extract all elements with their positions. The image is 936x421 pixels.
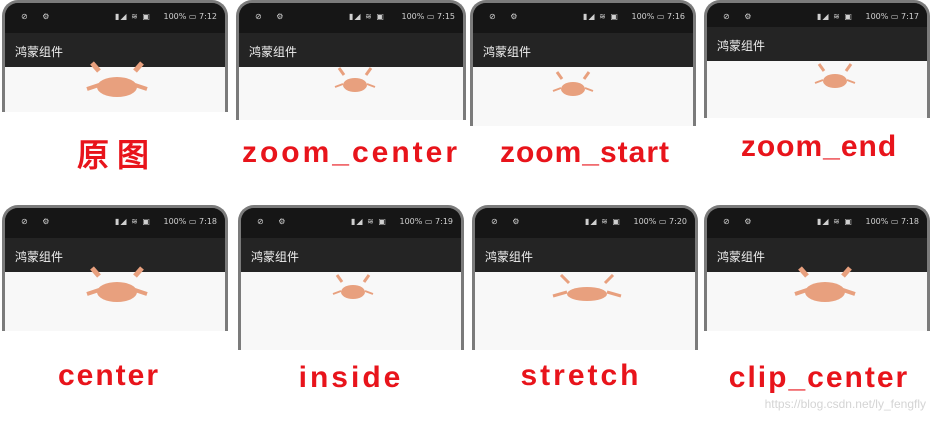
phone-screen: ⊘ ⚙ ▮◢ ≋ ▣ 100% ▭ 7:18 鸿蒙组件 [2, 205, 228, 331]
crab-image [552, 274, 622, 301]
clock-time: 7:15 [437, 12, 455, 21]
status-bar: ⊘ ⚙ ▮◢ ≋ ▣ 100% ▭ 7:19 [241, 208, 461, 238]
clock-time: 7:18 [199, 217, 217, 226]
crab-image [334, 67, 376, 92]
battery-level: 100% [631, 12, 655, 21]
caption: center [57, 359, 161, 392]
battery-level: 100% [399, 217, 423, 226]
battery-level: 100% [163, 12, 187, 21]
panel-original: ⊘ ⚙ ▮◢ ≋ ▣ 100% ▭ 7:12 鸿蒙组件 原图 [0, 0, 234, 210]
signal-icons: ▮◢ ≋ ▣ [585, 217, 621, 226]
crab-image [552, 71, 594, 96]
image-area [5, 61, 225, 112]
app-bar: 鸿蒙组件 [239, 33, 463, 67]
battery-level: 100% [401, 12, 425, 21]
status-icons-left: ⊘ ⚙ [723, 217, 758, 226]
panel-inside: ⊘ ⚙ ▮◢ ≋ ▣ 100% ▭ 7:19 鸿蒙组件 inside [234, 205, 468, 415]
battery-level: 100% [865, 12, 889, 21]
phone-screen: ⊘ ⚙ ▮◢ ≋ ▣ 100% ▭ 7:12 鸿蒙组件 [2, 0, 228, 112]
crab-image [86, 61, 148, 97]
status-bar: ⊘ ⚙ ▮◢ ≋ ▣ 100% ▭ 7:18 [5, 208, 225, 238]
signal-icons: ▮◢ ≋ ▣ [351, 217, 387, 226]
watermark: https://blog.csdn.net/ly_fengfly [764, 397, 926, 411]
signal-icons: ▮◢ ≋ ▣ [115, 12, 151, 21]
battery-level: 100% [865, 217, 889, 226]
signal-icons: ▮◢ ≋ ▣ [583, 12, 619, 21]
image-area [475, 272, 695, 350]
caption: zoom_start [499, 136, 671, 169]
panel-center: ⊘ ⚙ ▮◢ ≋ ▣ 100% ▭ 7:18 鸿蒙组件 center [0, 205, 234, 415]
status-icons-left: ⊘ ⚙ [255, 12, 290, 21]
phone-screen: ⊘ ⚙ ▮◢ ≋ ▣ 100% ▭ 7:18 鸿蒙组件 [704, 205, 930, 331]
status-bar: ⊘ ⚙ ▮◢ ≋ ▣ 100% ▭ 7:15 [239, 3, 463, 33]
caption: stretch [520, 359, 642, 392]
status-bar: ⊘ ⚙ ▮◢ ≋ ▣ 100% ▭ 7:16 [473, 3, 693, 33]
phone-screen: ⊘ ⚙ ▮◢ ≋ ▣ 100% ▭ 7:15 鸿蒙组件 [236, 0, 466, 120]
image-area [5, 266, 225, 331]
panel-zoom-end: ⊘ ⚙ ▮◢ ≋ ▣ 100% ▭ 7:17 鸿蒙组件 zoom_end [702, 0, 936, 210]
caption: zoom_end [740, 130, 898, 163]
caption: zoom_center [241, 136, 461, 169]
app-title: 鸿蒙组件 [485, 250, 534, 264]
image-area [241, 272, 461, 350]
status-icons-left: ⊘ ⚙ [489, 12, 524, 21]
image-area [707, 266, 927, 331]
status-bar: ⊘ ⚙ ▮◢ ≋ ▣ 100% ▭ 7:20 [475, 208, 695, 238]
crab-image [332, 274, 374, 299]
status-icons-left: ⊘ ⚙ [723, 12, 758, 21]
clock-time: 7:12 [199, 12, 217, 21]
crab-image [86, 266, 148, 302]
caption: inside [298, 361, 404, 394]
phone-screen: ⊘ ⚙ ▮◢ ≋ ▣ 100% ▭ 7:20 鸿蒙组件 [472, 205, 698, 350]
app-bar: 鸿蒙组件 [475, 238, 695, 272]
crab-image [814, 63, 856, 88]
clock-time: 7:19 [435, 217, 453, 226]
image-area [707, 61, 927, 118]
image-area [239, 67, 463, 120]
status-bar: ⊘ ⚙ ▮◢ ≋ ▣ 100% ▭ 7:18 [707, 208, 927, 238]
phone-screen: ⊘ ⚙ ▮◢ ≋ ▣ 100% ▭ 7:19 鸿蒙组件 [238, 205, 464, 350]
app-title: 鸿蒙组件 [717, 39, 766, 53]
clock-time: 7:20 [669, 217, 687, 226]
clock-time: 7:18 [901, 217, 919, 226]
app-title: 鸿蒙组件 [15, 250, 64, 264]
signal-icons: ▮◢ ≋ ▣ [349, 12, 385, 21]
app-title: 鸿蒙组件 [249, 45, 298, 59]
app-bar: 鸿蒙组件 [241, 238, 461, 272]
panel-stretch: ⊘ ⚙ ▮◢ ≋ ▣ 100% ▭ 7:20 鸿蒙组件 stretch [468, 205, 702, 415]
app-title: 鸿蒙组件 [251, 250, 300, 264]
image-area [473, 67, 693, 126]
battery-level: 100% [163, 217, 187, 226]
status-icons-left: ⊘ ⚙ [491, 217, 526, 226]
panel-zoom-center: ⊘ ⚙ ▮◢ ≋ ▣ 100% ▭ 7:15 鸿蒙组件 zoom_center [234, 0, 468, 210]
phone-screen: ⊘ ⚙ ▮◢ ≋ ▣ 100% ▭ 7:17 鸿蒙组件 [704, 0, 930, 118]
status-bar: ⊘ ⚙ ▮◢ ≋ ▣ 100% ▭ 7:12 [5, 3, 225, 33]
app-bar: 鸿蒙组件 [473, 33, 693, 67]
caption: clip_center [728, 361, 910, 394]
signal-icons: ▮◢ ≋ ▣ [115, 217, 151, 226]
app-bar: 鸿蒙组件 [707, 27, 927, 61]
status-icons-left: ⊘ ⚙ [21, 12, 56, 21]
panel-zoom-start: ⊘ ⚙ ▮◢ ≋ ▣ 100% ▭ 7:16 鸿蒙组件 zoom_start [468, 0, 702, 210]
panel-clip-center: ⊘ ⚙ ▮◢ ≋ ▣ 100% ▭ 7:18 鸿蒙组件 clip_center [702, 205, 936, 415]
battery-level: 100% [633, 217, 657, 226]
app-title: 鸿蒙组件 [483, 45, 532, 59]
app-title: 鸿蒙组件 [15, 45, 64, 59]
caption: 原图 [76, 137, 157, 173]
phone-screen: ⊘ ⚙ ▮◢ ≋ ▣ 100% ▭ 7:16 鸿蒙组件 [470, 0, 696, 126]
app-title: 鸿蒙组件 [717, 250, 766, 264]
signal-icons: ▮◢ ≋ ▣ [817, 217, 853, 226]
clock-time: 7:17 [901, 12, 919, 21]
status-icons-left: ⊘ ⚙ [257, 217, 292, 226]
signal-icons: ▮◢ ≋ ▣ [817, 12, 853, 21]
clock-time: 7:16 [667, 12, 685, 21]
status-icons-left: ⊘ ⚙ [21, 217, 56, 226]
crab-image [794, 266, 856, 302]
